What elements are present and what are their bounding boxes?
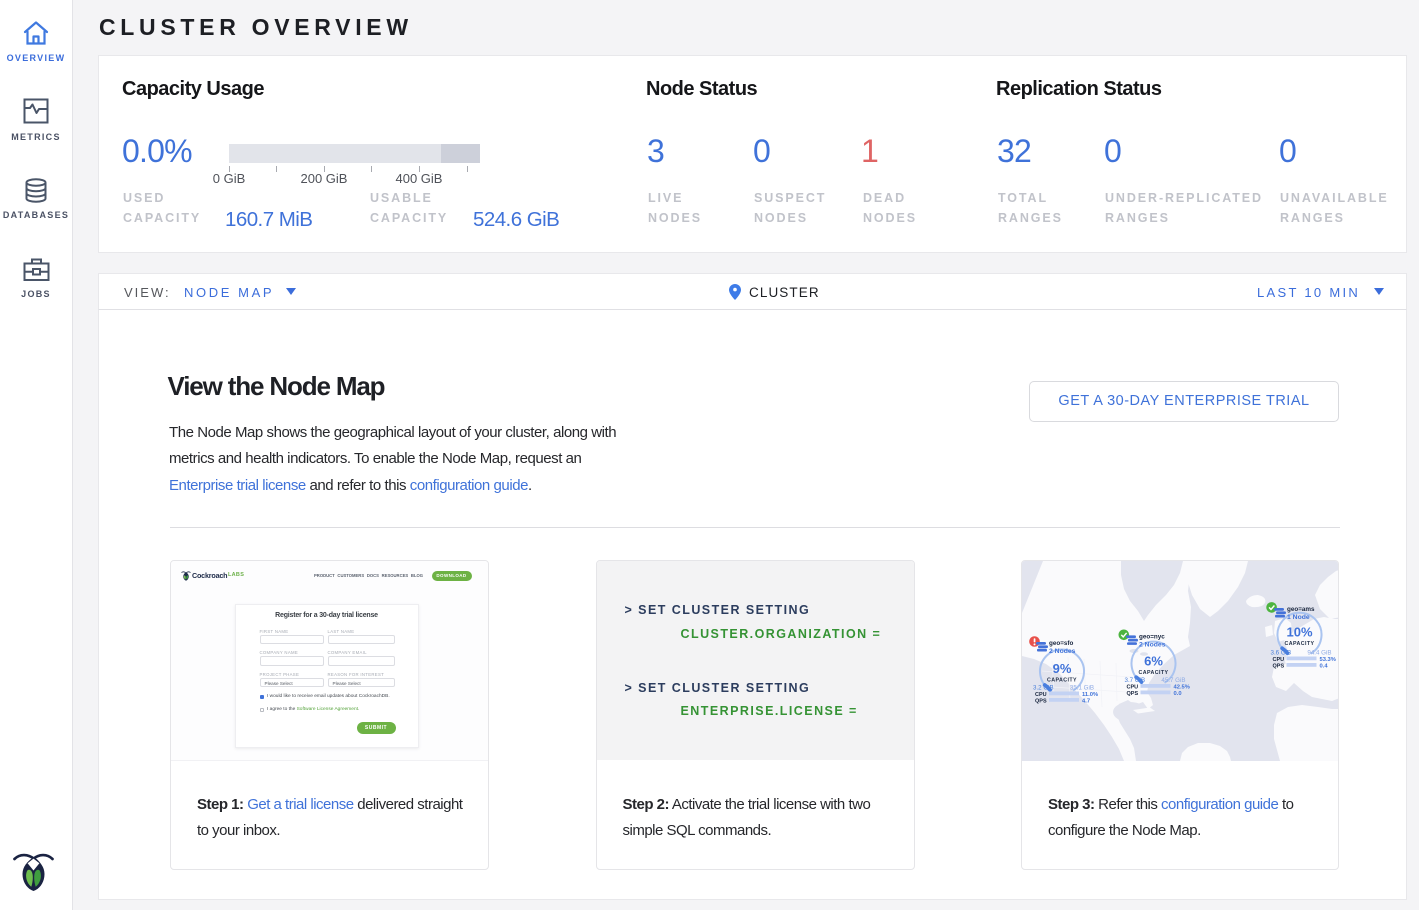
svg-text:geo=ams: geo=ams xyxy=(1287,606,1315,613)
svg-text:0.4: 0.4 xyxy=(1320,664,1329,670)
svg-text:9%: 9% xyxy=(1053,661,1072,676)
svg-text:53.3%: 53.3% xyxy=(1320,657,1336,663)
svg-text:35.1 GiB: 35.1 GiB xyxy=(1070,685,1094,692)
svg-text:2 Nodes: 2 Nodes xyxy=(1049,648,1076,655)
svg-text:geo=nyc: geo=nyc xyxy=(1139,634,1165,641)
svg-text:CPU: CPU xyxy=(1035,692,1047,698)
svg-text:CAPACITY: CAPACITY xyxy=(1285,641,1315,647)
svg-text:CAPACITY: CAPACITY xyxy=(1139,670,1169,676)
svg-text:3.7 GiB: 3.7 GiB xyxy=(1125,677,1146,684)
svg-text:42.5%: 42.5% xyxy=(1174,685,1190,691)
svg-text:QPS: QPS xyxy=(1127,691,1139,697)
svg-text:11.0%: 11.0% xyxy=(1082,692,1098,698)
svg-text:QPS: QPS xyxy=(1273,664,1285,670)
svg-text:10%: 10% xyxy=(1286,625,1312,640)
svg-text:CAPACITY: CAPACITY xyxy=(1047,678,1077,684)
svg-text:3.2 GiB: 3.2 GiB xyxy=(1033,685,1054,692)
svg-text:6%: 6% xyxy=(1144,654,1163,669)
svg-text:1 Node: 1 Node xyxy=(1287,614,1310,621)
svg-text:0.0: 0.0 xyxy=(1174,691,1182,697)
svg-text:CPU: CPU xyxy=(1127,685,1139,691)
svg-text:94.4 GiB: 94.4 GiB xyxy=(1307,650,1331,657)
svg-text:QPS: QPS xyxy=(1035,699,1047,705)
svg-text:3.6 GiB: 3.6 GiB xyxy=(1271,650,1292,657)
svg-text:CPU: CPU xyxy=(1273,657,1285,663)
svg-text:2 Nodes: 2 Nodes xyxy=(1139,642,1166,649)
svg-text:45.7 GiB: 45.7 GiB xyxy=(1161,677,1185,684)
svg-text:geo=sfo: geo=sfo xyxy=(1049,640,1073,647)
svg-text:4.7: 4.7 xyxy=(1082,699,1090,705)
